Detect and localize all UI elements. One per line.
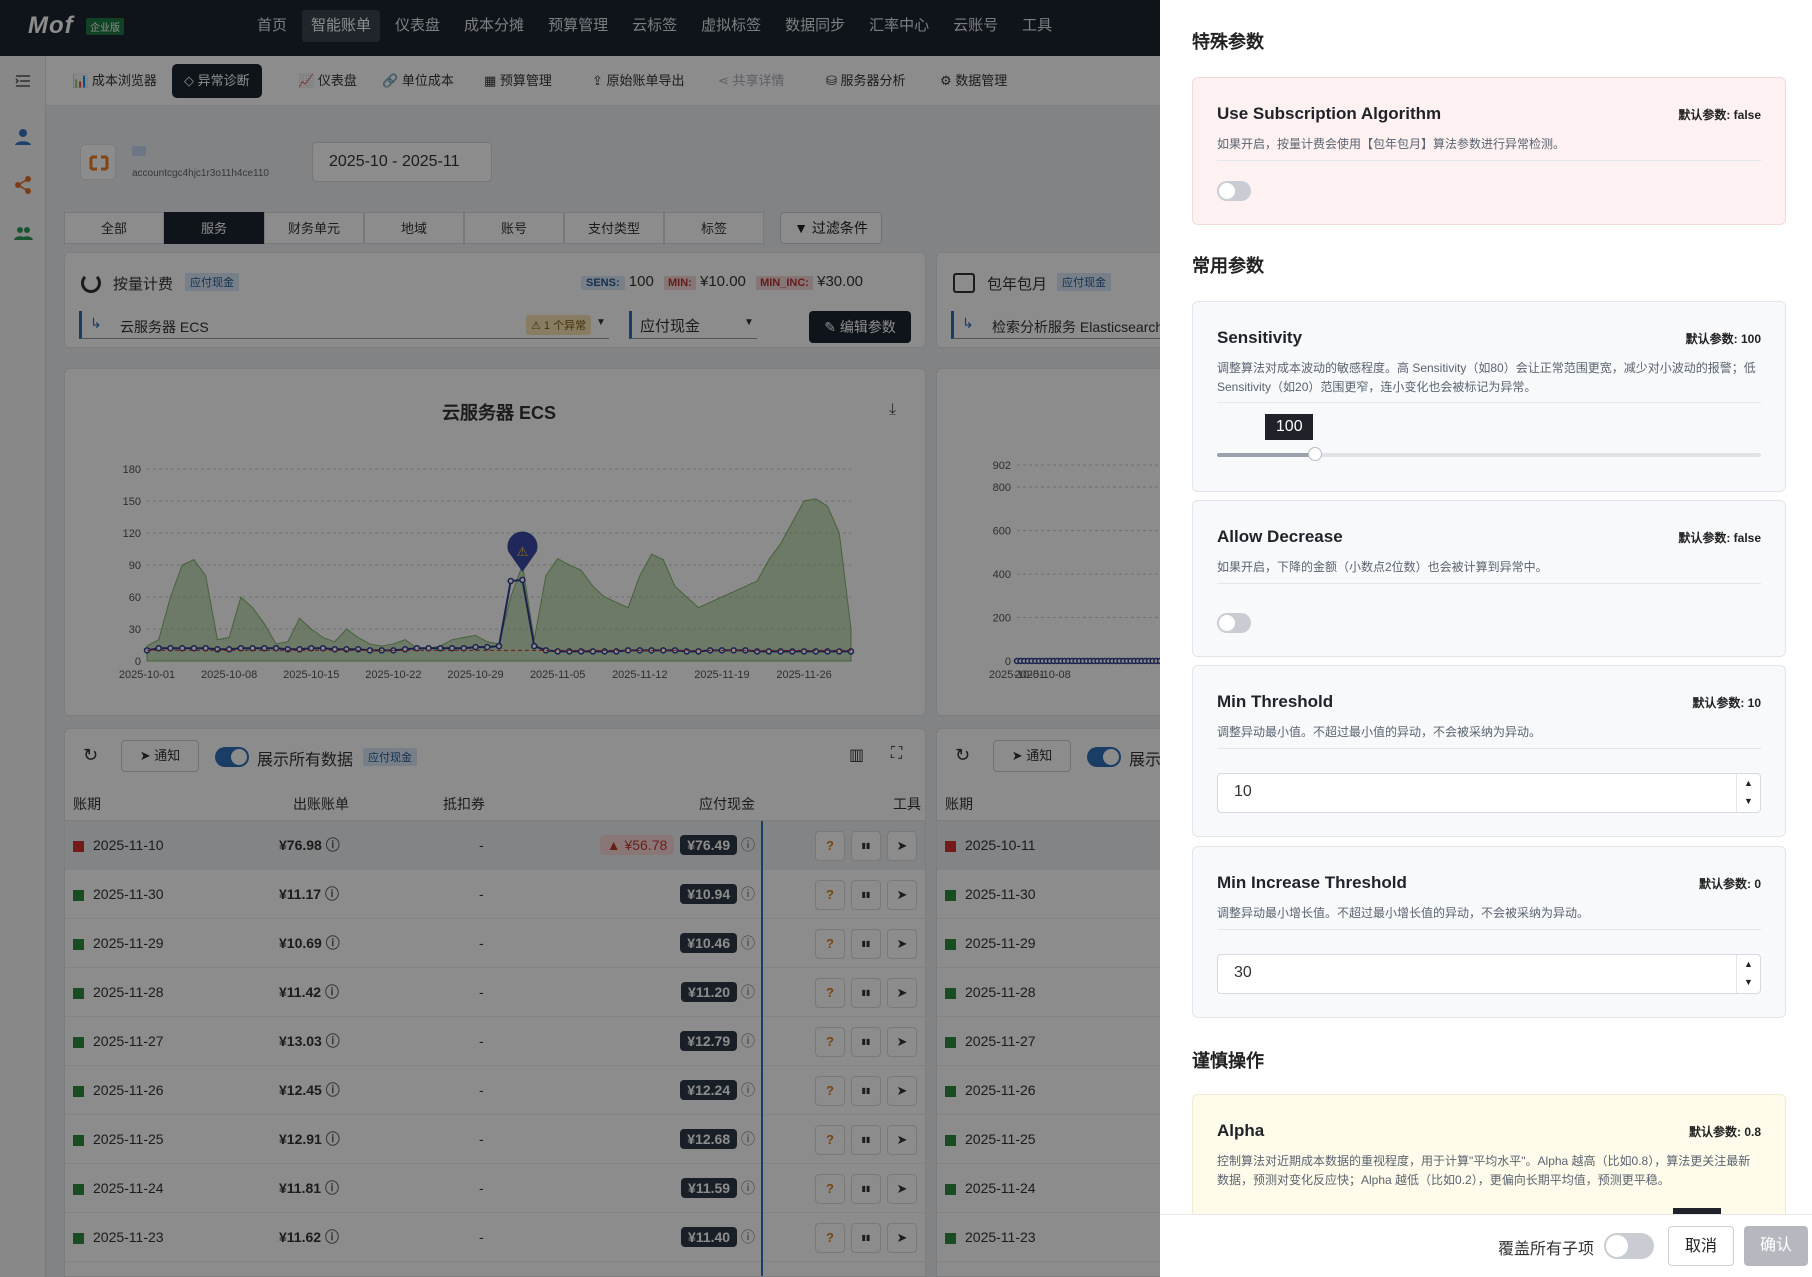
- divider: [1217, 929, 1761, 930]
- divider: [1217, 748, 1761, 749]
- sensitivity-slider[interactable]: [1217, 447, 1761, 461]
- divider: [1217, 402, 1761, 403]
- param-description: 调整异动最小增长值。不超过最小增长值的异动，不会被采纳为异动。: [1217, 906, 1590, 920]
- param-default: 默认参数: false: [1678, 531, 1761, 545]
- param-allow-decrease-card: Allow Decrease 默认参数: false 如果开启，下降的金额（小数…: [1192, 500, 1786, 657]
- cancel-button[interactable]: 取消: [1668, 1226, 1734, 1266]
- param-default: 默认参数: 10: [1692, 696, 1761, 710]
- special-params-heading: 特殊参数: [1192, 32, 1264, 52]
- param-description: 调整异动最小值。不超过最小值的异动，不会被采纳为异动。: [1217, 725, 1542, 739]
- slider-handle[interactable]: [1308, 447, 1323, 461]
- confirm-button[interactable]: 确认: [1744, 1226, 1808, 1266]
- drawer-footer: 覆盖所有子项 取消 确认: [1160, 1214, 1812, 1277]
- param-description: 如果开启，下降的金额（小数点2位数）也会被计算到异常中。: [1217, 560, 1548, 574]
- min-increase-input[interactable]: 30 ▲ ▼: [1217, 954, 1761, 994]
- param-title: Use Subscription Algorithm: [1217, 104, 1442, 123]
- edit-params-drawer: 特殊参数 Use Subscription Algorithm 默认参数: fa…: [1160, 0, 1812, 1277]
- allow-decrease-toggle[interactable]: [1217, 613, 1251, 633]
- slider-fill: [1217, 453, 1316, 457]
- param-title: Min Increase Threshold: [1217, 873, 1407, 892]
- param-title: Allow Decrease: [1217, 527, 1343, 546]
- param-min-threshold-card: Min Threshold 默认参数: 10 调整异动最小值。不超过最小值的异动…: [1192, 665, 1786, 837]
- divider: [1217, 583, 1761, 584]
- param-default: 默认参数: 100: [1685, 332, 1761, 346]
- param-sensitivity-card: Sensitivity 默认参数: 100 调整算法对成本波动的敏感程度。高 S…: [1192, 301, 1786, 492]
- min-threshold-input[interactable]: 10 ▲ ▼: [1217, 773, 1761, 813]
- cover-all-toggle[interactable]: [1604, 1233, 1654, 1259]
- modal-backdrop[interactable]: [0, 0, 1160, 1277]
- param-description: 如果开启，按量计费会使用【包年包月】算法参数进行异常检测。: [1217, 137, 1566, 151]
- slider-tooltip: 100: [1265, 414, 1314, 440]
- number-stepper[interactable]: ▲ ▼: [1736, 955, 1760, 993]
- number-stepper[interactable]: ▲ ▼: [1736, 774, 1760, 812]
- param-default: 默认参数: 0: [1698, 877, 1761, 891]
- cover-all-label: 覆盖所有子项: [1498, 1241, 1595, 1258]
- param-default: 默认参数: 0.8: [1688, 1125, 1761, 1139]
- param-subscription-card: Use Subscription Algorithm 默认参数: false 如…: [1192, 77, 1786, 225]
- careful-ops-heading: 谨慎操作: [1192, 1051, 1264, 1071]
- param-title: Alpha: [1217, 1121, 1265, 1140]
- subscription-toggle[interactable]: [1217, 181, 1251, 201]
- param-description: 调整算法对成本波动的敏感程度。高 Sensitivity（如80）会让正常范围更…: [1217, 361, 1756, 394]
- param-title: Min Threshold: [1217, 692, 1334, 711]
- param-default: 默认参数: false: [1678, 108, 1761, 122]
- divider: [1217, 160, 1761, 161]
- param-alpha-card: Alpha 默认参数: 0.8 控制算法对近期成本数据的重视程度，用于计算"平均…: [1192, 1094, 1786, 1234]
- param-min-increase-card: Min Increase Threshold 默认参数: 0 调整异动最小增长值…: [1192, 846, 1786, 1018]
- param-title: Sensitivity: [1217, 328, 1303, 347]
- param-description: 控制算法对近期成本数据的重视程度，用于计算"平均水平"。Alpha 越高（比如0…: [1217, 1154, 1751, 1187]
- common-params-heading: 常用参数: [1192, 256, 1264, 276]
